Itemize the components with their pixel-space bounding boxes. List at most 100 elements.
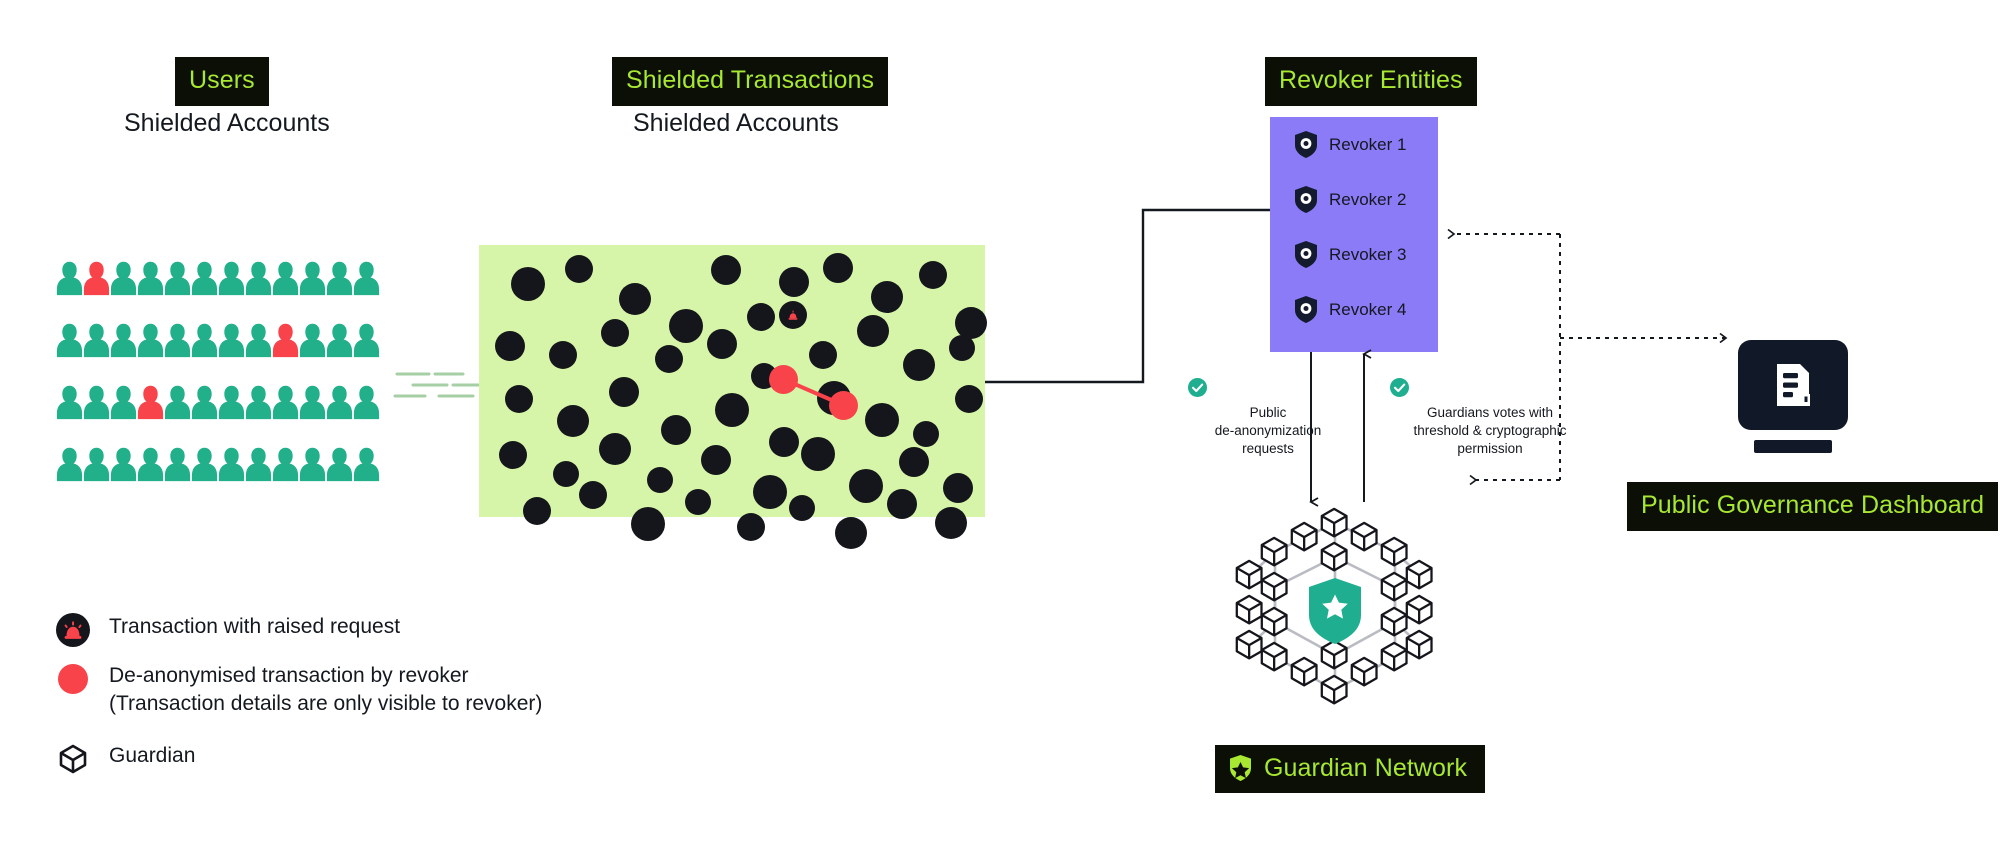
guardian-cube-icon: [1380, 641, 1408, 672]
check-circle-icon: [1188, 378, 1348, 397]
user-figure: [83, 261, 110, 296]
report-document-icon: [1777, 364, 1810, 406]
guardian-cube-icon: [1260, 536, 1288, 567]
user-figure: [56, 447, 83, 482]
red-dot-icon: [56, 662, 90, 696]
diagram-canvas: Users Shielded Accounts Shielded Transac…: [0, 0, 2000, 841]
motion-dashes-icon: [393, 372, 481, 398]
legend-item-siren: Transaction with raised request: [56, 613, 400, 647]
deanonymised-link: [782, 377, 844, 407]
user-figure: [110, 385, 137, 420]
user-figure: [272, 447, 299, 482]
revoker-item-2[interactable]: Revoker 2: [1270, 172, 1438, 227]
user-figure: [110, 323, 137, 358]
guardian-cube-icon: [1260, 606, 1288, 637]
user-figure: [245, 261, 272, 296]
guardian-network-label: Guardian Network: [1264, 753, 1468, 782]
guardian-cube-icon: [1350, 656, 1378, 687]
guardian-cube-icon: [1380, 606, 1408, 637]
user-figure: [326, 447, 353, 482]
shield-eye-icon: [1293, 240, 1319, 269]
user-figure: [218, 323, 245, 358]
user-figure: [353, 385, 380, 420]
user-figure: [299, 385, 326, 420]
revoker-panel: Revoker 1 Revoker 2 Revoker 3 Revoker 4: [1270, 117, 1438, 352]
revoker-label: Revoker 4: [1329, 299, 1407, 319]
dashboard-monitor: [1738, 340, 1848, 453]
user-figure: [83, 385, 110, 420]
user-figure: [326, 385, 353, 420]
shield-eye-icon: [1293, 185, 1319, 214]
user-figure: [299, 323, 326, 358]
user-figure: [191, 261, 218, 296]
note-text: Public de-anonymization requests: [1214, 405, 1322, 456]
connector-transactions-to-revokers: [985, 208, 1270, 384]
badge-revoker-entities: Revoker Entities: [1265, 57, 1477, 106]
revoker-label: Revoker 1: [1329, 134, 1407, 154]
guardian-cube-icon: [1235, 629, 1263, 660]
guardian-cube-icon: [1235, 559, 1263, 590]
badge-public-governance-dashboard: Public Governance Dashboard: [1627, 482, 1999, 531]
user-figure: [272, 323, 299, 358]
user-figure: [164, 447, 191, 482]
guardian-cube-icon: [1320, 639, 1348, 670]
revoker-item-4[interactable]: Revoker 4: [1270, 282, 1438, 337]
user-figure: [110, 447, 137, 482]
guardian-cube-icon: [1320, 674, 1348, 705]
guardian-cube-icon: [1320, 507, 1348, 538]
cube-icon: [56, 742, 90, 776]
user-figure: [164, 261, 191, 296]
user-figure: [137, 323, 164, 358]
guardian-cube-icon: [1350, 521, 1378, 552]
user-figure: [56, 323, 83, 358]
revoker-label: Revoker 2: [1329, 189, 1407, 209]
user-figure: [326, 323, 353, 358]
guardian-network-cluster: [1235, 507, 1433, 705]
user-figure: [245, 323, 272, 358]
user-figure: [137, 447, 164, 482]
guardian-cube-icon: [1235, 594, 1263, 625]
user-figure: [245, 447, 272, 482]
user-figure: [137, 385, 164, 420]
legend-item-guardian: Guardian: [56, 742, 195, 776]
user-figure: [299, 261, 326, 296]
monitor-stand: [1754, 440, 1832, 453]
guardian-cube-icon: [1405, 594, 1433, 625]
guardian-cube-icon: [1260, 571, 1288, 602]
badge-guardian-network: Guardian Network: [1215, 745, 1486, 793]
revoker-label: Revoker 3: [1329, 244, 1407, 264]
monitor-screen: [1738, 340, 1848, 430]
user-figure: [83, 323, 110, 358]
user-figure: [164, 385, 191, 420]
user-figure: [353, 323, 380, 358]
user-figure: [272, 385, 299, 420]
guardian-cube-icon: [1290, 521, 1318, 552]
guardian-cube-icon: [1380, 536, 1408, 567]
note-deanonymization: Public de-anonymization requests: [1188, 378, 1348, 458]
user-figure: [164, 323, 191, 358]
user-figure: [110, 261, 137, 296]
revoker-item-3[interactable]: Revoker 3: [1270, 227, 1438, 282]
user-figure: [353, 447, 380, 482]
transaction-dot: [737, 513, 765, 541]
user-figure: [245, 385, 272, 420]
user-figure: [218, 385, 245, 420]
guardian-cube-icon: [1405, 559, 1433, 590]
user-figure: [218, 447, 245, 482]
user-figure: [137, 261, 164, 296]
user-figure: [191, 447, 218, 482]
revoker-item-1[interactable]: Revoker 1: [1270, 117, 1438, 172]
user-figure: [191, 323, 218, 358]
shield-eye-icon: [1293, 295, 1319, 324]
badge-shielded-transactions: Shielded Transactions: [612, 57, 889, 106]
guardian-cube-icon: [1260, 641, 1288, 672]
guardian-cube-icon: [1380, 571, 1408, 602]
shielded-transactions-box: [479, 245, 987, 549]
user-figure: [299, 447, 326, 482]
users-grid: [56, 247, 380, 495]
legend-label: Guardian: [109, 744, 196, 767]
transaction-dot: [835, 517, 867, 549]
guardian-shield-star-icon: [1228, 754, 1253, 782]
siren-icon: [56, 613, 90, 647]
caption-users-sub: Shielded Accounts: [124, 109, 330, 137]
